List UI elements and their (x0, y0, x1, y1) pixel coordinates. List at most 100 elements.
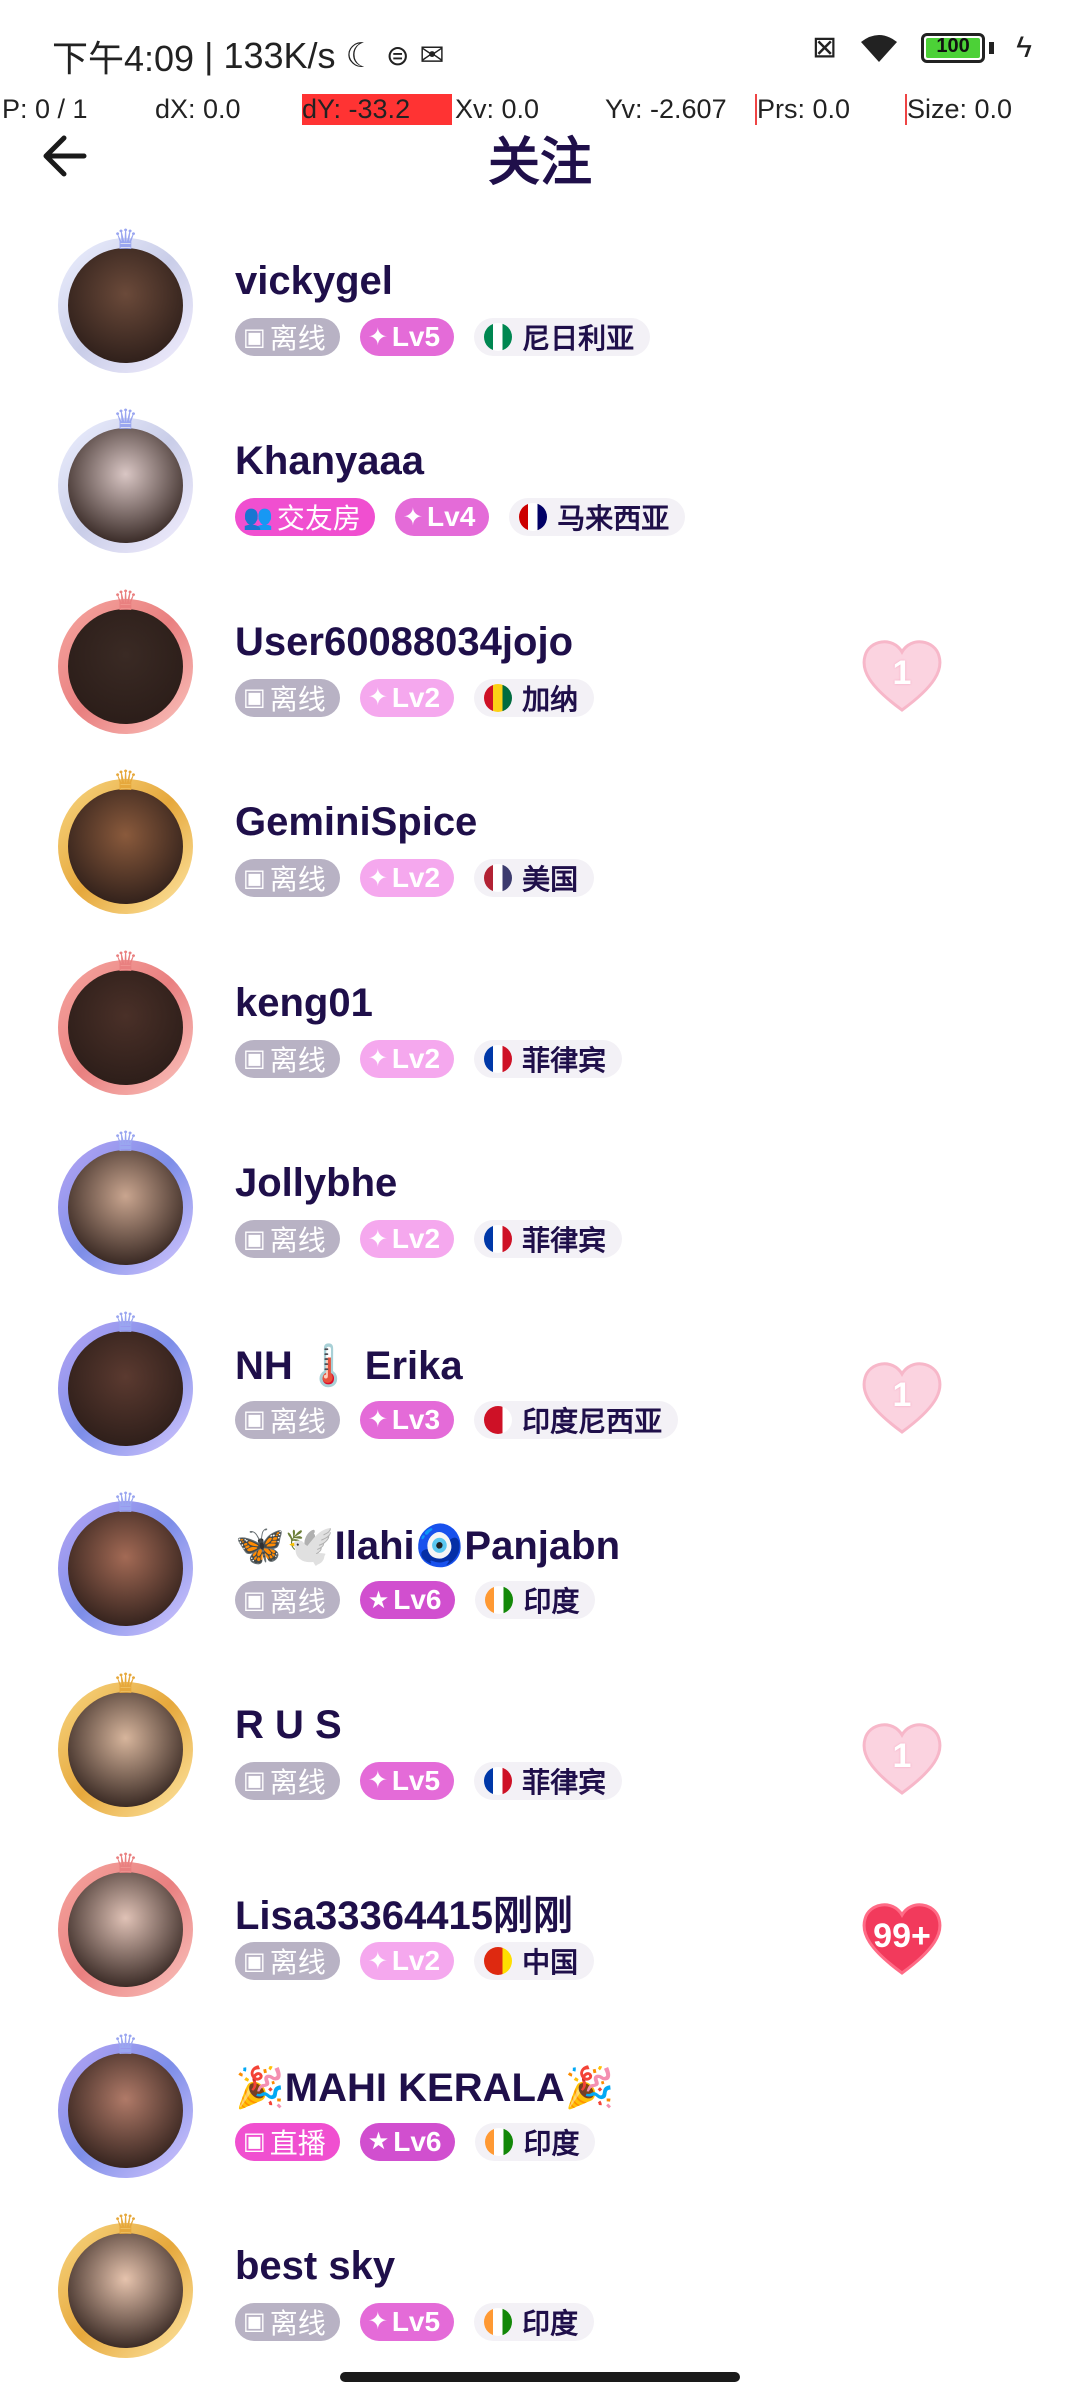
avatar[interactable]: ♛ (58, 1489, 193, 1637)
flag-icon (519, 503, 548, 532)
no-sim-icon: ⊠ (811, 31, 838, 64)
crown-icon: ♛ (112, 765, 139, 797)
list-item[interactable]: ♛ Khanyaaa 👥 交友房 ✦ Lv4 马来西亚 (0, 405, 1080, 589)
sparkle-icon: ✦ (367, 1767, 388, 1795)
user-name: GeminiSpice (235, 800, 478, 845)
wifi-icon (861, 35, 898, 62)
list-item[interactable]: ♛ GeminiSpice ▣ 离线 ✦ Lv2 美国 (0, 766, 1080, 950)
avatar[interactable]: ♛ (58, 1850, 193, 1998)
avatar[interactable]: ♛ (58, 767, 193, 915)
list-item[interactable]: ♛ Jollybhe ▣ 离线 ✦ Lv2 菲律宾 (0, 1127, 1080, 1311)
level-badge: ✦ Lv5 (359, 318, 455, 356)
status-label: 直播 (269, 2127, 326, 2159)
level-label: Lv5 (391, 321, 441, 352)
heart-icon[interactable]: 1 (859, 1719, 945, 1797)
country-badge: 加纳 (474, 678, 595, 717)
flag-icon (484, 2307, 513, 2336)
list-item[interactable]: ♛ User60088034jojo ▣ 离线 ✦ Lv2 加纳 1 (0, 586, 1080, 770)
country-label: 中国 (522, 1947, 579, 1979)
country-label: 菲律宾 (522, 1766, 607, 1798)
sparkle-icon: ✦ (367, 684, 388, 712)
moon-icon: ☾ (345, 37, 376, 75)
user-name: vickygel (235, 259, 393, 303)
avatar-photo (68, 248, 183, 363)
status-label: 离线 (269, 1947, 326, 1979)
avatar[interactable]: ♛ (58, 1128, 193, 1276)
list-item[interactable]: ♛ 🎉MAHI KERALA🎉 ▣ 直播 ★ Lv6 印度 (0, 2030, 1080, 2214)
sparkle-icon: ✦ (367, 864, 388, 892)
avatar-photo (68, 1872, 183, 1988)
level-badge: ✦ Lv2 (359, 859, 455, 898)
status-left: 下午4:09 | 133K/s ☾ ⊜ ✉ (52, 30, 445, 82)
status-time: 下午4:09 (52, 38, 195, 79)
level-label: Lv2 (391, 862, 441, 894)
user-name: best sky (235, 2243, 396, 2288)
avatar[interactable]: ♛ (58, 2030, 193, 2178)
sparkle-icon: ✦ (367, 1045, 388, 1073)
user-name: keng01 (235, 980, 373, 1025)
status-tag[interactable]: ▣ 直播 (235, 2122, 340, 2161)
flag-icon (484, 683, 513, 712)
battery-level: 100 (936, 35, 970, 57)
tv-icon: ▣ (243, 323, 266, 351)
user-tags: ▣ 离线 ✦ Lv2 菲律宾 (235, 1220, 623, 1259)
level-badge: ✦ Lv4 (394, 498, 490, 537)
crown-icon: ♛ (112, 1848, 139, 1880)
crown-icon: ♛ (112, 1667, 139, 1699)
crown-icon: ♛ (112, 1487, 139, 1519)
heart-icon[interactable]: 1 (859, 1358, 945, 1436)
country-label: 菲律宾 (522, 1044, 607, 1076)
level-label: Lv5 (391, 1764, 441, 1796)
list-item[interactable]: ♛ R U S ▣ 离线 ✦ Lv5 菲律宾 1 (0, 1669, 1080, 1853)
avatar-photo (68, 1330, 183, 1446)
avatar-photo (68, 1691, 183, 1807)
country-label: 印度 (523, 1586, 580, 1618)
list-item[interactable]: ♛ 🦋🕊️Ilahi🧿Panjabn ▣ 离线 ★ Lv6 印度 (0, 1488, 1080, 1672)
crown-icon: ♛ (112, 2028, 139, 2060)
country-badge: 印度 (474, 2302, 595, 2341)
sparkle-icon: ★ (367, 2128, 390, 2155)
avatar[interactable]: ♛ (58, 406, 193, 554)
crown-icon: ♛ (112, 225, 139, 255)
avatar[interactable]: ♛ (58, 1308, 193, 1456)
sparkle-icon: ✦ (367, 1225, 388, 1253)
flag-icon (484, 864, 513, 893)
heart-icon[interactable]: 1 (859, 636, 945, 714)
flag-icon (484, 323, 513, 351)
heart-count: 1 (892, 1736, 912, 1775)
level-badge: ✦ Lv5 (359, 1761, 455, 1800)
avatar[interactable]: ♛ (58, 586, 193, 734)
avatar[interactable]: ♛ (58, 2210, 193, 2358)
status-tag: ▣ 离线 (235, 859, 340, 898)
avatar-photo (68, 789, 183, 905)
sparkle-icon: ✦ (402, 503, 424, 531)
status-label: 离线 (269, 323, 326, 354)
user-tags: ▣ 直播 ★ Lv6 印度 (235, 2122, 596, 2161)
status-label: 离线 (269, 1044, 326, 1076)
status-label: 离线 (269, 864, 326, 896)
user-name: 🎉MAHI KERALA🎉 (235, 2065, 615, 2110)
heart-count: 1 (892, 1375, 912, 1414)
heart-count: 1 (892, 653, 912, 692)
heart-icon[interactable]: 99+ (859, 1899, 945, 1977)
avatar[interactable]: ♛ (58, 1669, 193, 1817)
country-badge: 印度尼西亚 (474, 1400, 679, 1439)
avatar[interactable]: ♛ (58, 947, 193, 1095)
flag-icon (484, 1044, 513, 1073)
status-label: 离线 (269, 683, 326, 715)
avatar[interactable]: ♛ (58, 226, 193, 373)
list-item[interactable]: ♛ vickygel ▣ 离线 ✦ Lv5 尼日利亚 (0, 225, 1080, 409)
charging-icon: ϟ (1016, 31, 1032, 64)
list-item[interactable]: ♛ best sky ▣ 离线 ✦ Lv5 印度 (0, 2210, 1080, 2360)
flag-icon (485, 2127, 514, 2156)
list-item[interactable]: ♛ Lisa33364415刚刚 ▣ 离线 ✦ Lv2 中国 99+ (0, 1849, 1080, 2033)
list-item[interactable]: ♛ keng01 ▣ 离线 ✦ Lv2 菲律宾 (0, 947, 1080, 1131)
tv-icon: ▣ (243, 1045, 266, 1073)
user-tags: ▣ 离线 ✦ Lv2 加纳 (235, 678, 595, 717)
country-badge: 菲律宾 (474, 1039, 623, 1078)
status-speed: 133K/s (223, 35, 336, 76)
home-indicator[interactable] (340, 2372, 740, 2382)
list-item[interactable]: ♛ NH 🌡️ Erika ▣ 离线 ✦ Lv3 印度尼西亚 1 (0, 1308, 1080, 1492)
following-list[interactable]: ♛ vickygel ▣ 离线 ✦ Lv5 尼日利亚 ♛ Khanyaaa 👥 交友房 ✦ Lv4 马来西… (0, 225, 1080, 2360)
status-tag[interactable]: 👥 交友房 (235, 498, 375, 537)
